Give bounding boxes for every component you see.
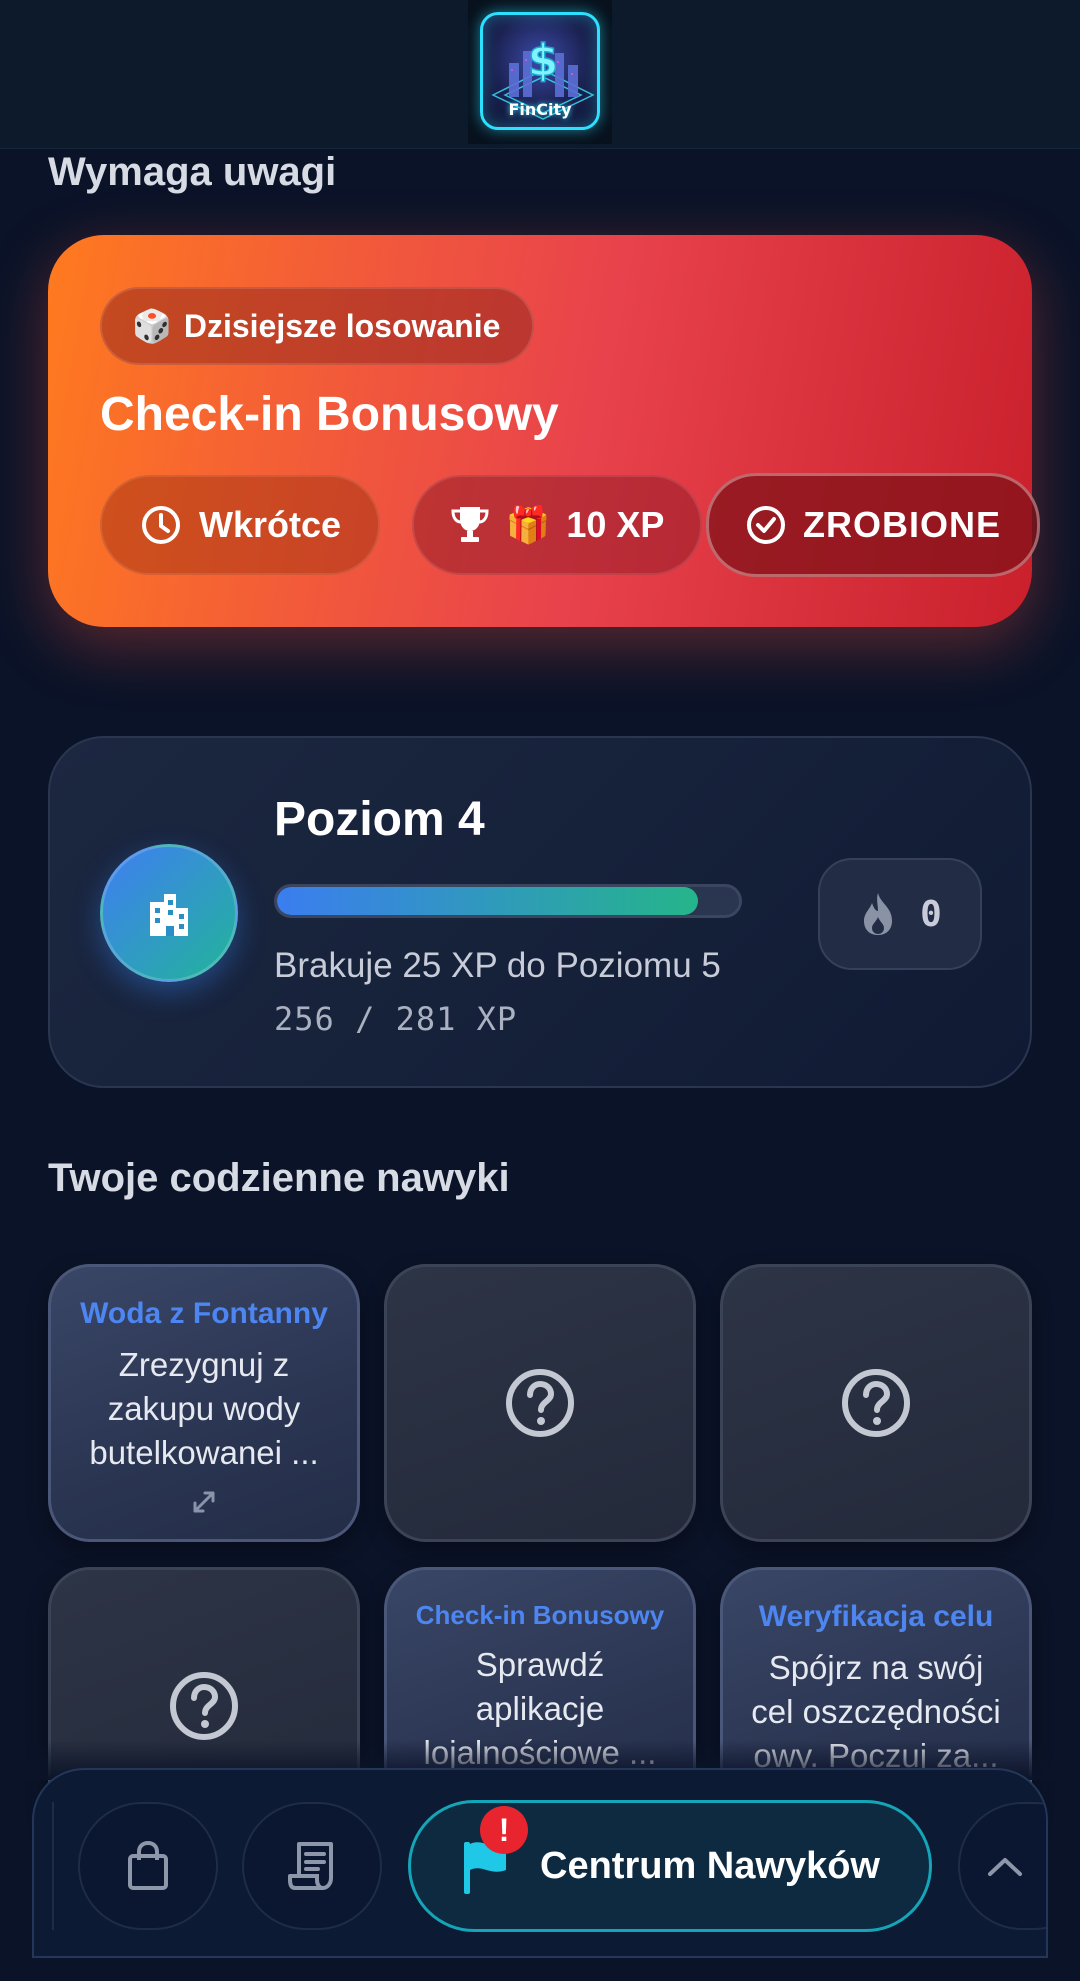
alert-badge: !	[480, 1806, 529, 1854]
nav-receipt-button[interactable]	[242, 1802, 382, 1930]
level-title: Poziom 4	[274, 793, 485, 846]
level-progress-bar	[274, 884, 742, 918]
nav-shop-button[interactable]	[78, 1802, 218, 1930]
nav-expand-button[interactable]	[958, 1802, 1046, 1930]
attention-section-title: Wymaga uwagi	[48, 150, 337, 194]
streak-value: 0	[920, 893, 942, 935]
level-avatar	[100, 844, 238, 982]
level-progress-fill	[277, 887, 698, 915]
fincity-logo[interactable]: $ FinCity	[468, 0, 612, 144]
daily-draw-badge: 🎲 Dzisiejsze losowanie	[100, 287, 535, 365]
reward-pill-label: 10 XP	[566, 504, 665, 545]
streak-badge[interactable]: 0	[818, 858, 982, 970]
time-pill: Wkrótce	[100, 475, 380, 575]
reward-pill: 🎁 10 XP	[412, 475, 702, 575]
clock-icon	[141, 506, 180, 544]
habit-center-label: Centrum Nawyków	[540, 1844, 880, 1887]
level-xp-text: 256 / 281 XP	[274, 1000, 518, 1038]
habit-tile-locked[interactable]	[384, 1264, 696, 1542]
daily-draw-card[interactable]: 🎲 Dzisiejsze losowanie Check-in Bonusowy…	[48, 235, 1040, 627]
habit-tile-text: Zrezygnuj z zakupu wody butelkowanei ...	[89, 1346, 319, 1471]
logo-badge: $ FinCity	[480, 12, 600, 130]
expand-icon[interactable]	[189, 1487, 219, 1517]
habits-section-title: Twoje codzienne nawyki	[48, 1156, 510, 1200]
level-remaining-text: Brakuje 25 XP do Poziomu 5	[274, 946, 721, 985]
trophy-icon	[451, 507, 489, 542]
flame-icon	[864, 893, 893, 935]
daily-draw-badge-label: Dzisiejsze losowanie	[183, 307, 501, 344]
habit-tile-title: Check-in Bonusowy	[415, 1600, 665, 1630]
question-circle-icon	[170, 1672, 238, 1740]
shopping-bag-icon	[128, 1840, 168, 1890]
habit-tile-title: Woda z Fontanny	[80, 1297, 328, 1330]
time-pill-label: Wkrótce	[198, 504, 342, 545]
habit-tile[interactable]: Woda z Fontanny Zrezygnuj z zakupu wody …	[48, 1264, 360, 1542]
chevron-up-icon	[988, 1858, 1022, 1876]
logo-text: FinCity	[508, 100, 572, 119]
done-button-label: ZROBIONE	[802, 504, 1001, 545]
level-card[interactable]: Poziom 4 Brakuje 25 XP do Poziomu 5 256 …	[48, 736, 1032, 1088]
flag-wrap: !	[460, 1806, 529, 1896]
habit-center-button[interactable]: ! Centrum Nawyków	[408, 1800, 932, 1932]
nav-scroll-edge	[34, 1802, 54, 1930]
habit-tile-title: Weryfikacja celu	[758, 1600, 994, 1633]
habit-tile-locked[interactable]	[720, 1264, 1032, 1542]
daily-draw-title: Check-in Bonusowy	[100, 388, 559, 441]
done-button[interactable]: ZROBIONE	[706, 473, 1040, 577]
city-building-icon	[150, 894, 188, 936]
gift-icon: 🎁	[505, 504, 551, 545]
question-circle-icon	[506, 1369, 574, 1437]
svg-text:$: $	[528, 35, 559, 86]
question-circle-icon	[842, 1369, 910, 1437]
receipt-icon	[288, 1842, 333, 1890]
check-circle-icon	[746, 506, 785, 544]
top-bar: $ FinCity	[0, 0, 1080, 149]
bottom-nav: ! Centrum Nawyków	[32, 1768, 1048, 1958]
dice-icon: 🎲	[132, 308, 172, 344]
